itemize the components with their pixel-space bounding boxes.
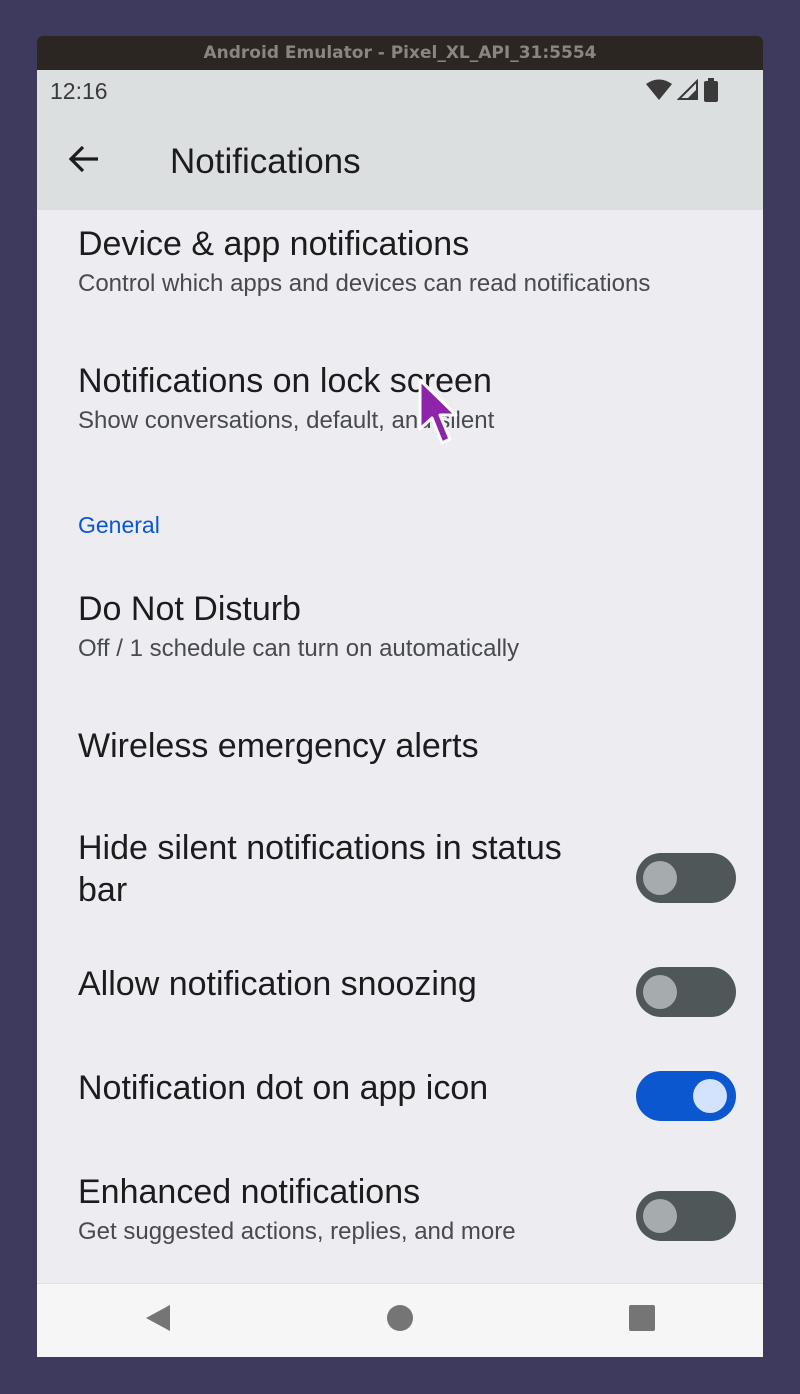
hide-silent-notifications-item[interactable]: Hide silent notifications in status bar [37,820,763,935]
status-bar: 12:16 [37,70,763,112]
arrow-back-icon [68,144,100,179]
lock-screen-notifications-item[interactable]: Notifications on lock screen Show conver… [37,347,763,452]
item-subtitle: Off / 1 schedule can turn on automatical… [78,635,520,662]
emulator-title: Android Emulator - Pixel_XL_API_31:5554 [203,43,597,63]
emulator-title-bar: Android Emulator - Pixel_XL_API_31:5554 [37,36,763,70]
hide-silent-toggle[interactable] [636,853,736,903]
nav-back-button[interactable] [128,1291,188,1351]
back-triangle-icon [144,1303,172,1338]
app-bar: Notifications [37,112,763,210]
home-circle-icon [386,1304,414,1337]
item-subtitle: Show conversations, default, and silent [78,407,495,434]
item-title: Wireless emergency alerts [78,727,479,765]
section-header-general: General [78,512,160,538]
battery-icon [703,78,719,102]
item-subtitle: Control which apps and devices can read … [78,270,651,297]
toggle-knob [643,1199,677,1233]
phone-screen: 12:16 Notifications Device & app notific… [37,70,763,1357]
back-button[interactable] [61,138,107,184]
notification-dot-toggle[interactable] [636,1071,736,1121]
snoozing-toggle[interactable] [636,967,736,1017]
do-not-disturb-item[interactable]: Do Not Disturb Off / 1 schedule can turn… [37,575,763,680]
toggle-knob [643,861,677,895]
status-icons [645,78,719,102]
item-title-line2: bar [78,871,128,909]
toggle-knob [693,1079,727,1113]
device-app-notifications-item[interactable]: Device & app notifications Control which… [37,210,763,315]
item-title: Notifications on lock screen [78,362,492,400]
enhanced-notifications-item[interactable]: Enhanced notifications Get suggested act… [37,1158,763,1268]
cell-signal-icon [677,79,699,101]
item-title: Device & app notifications [78,225,470,263]
toggle-knob [643,975,677,1009]
nav-home-button[interactable] [370,1291,430,1351]
wifi-icon [645,79,673,101]
item-title: Do Not Disturb [78,590,301,628]
system-nav-bar [37,1283,763,1357]
item-title: Enhanced notifications [78,1173,421,1211]
item-subtitle: Get suggested actions, replies, and more [78,1218,516,1245]
notification-snoozing-item[interactable]: Allow notification snoozing [37,950,763,1050]
nav-recents-button[interactable] [612,1291,672,1351]
wireless-emergency-alerts-item[interactable]: Wireless emergency alerts [37,712,763,817]
status-time: 12:16 [50,78,108,104]
enhanced-notifications-toggle[interactable] [636,1191,736,1241]
item-title-line1: Hide silent notifications in status [78,829,562,867]
item-title: Allow notification snoozing [78,965,477,1003]
page-title: Notifications [170,142,361,181]
notification-dot-item[interactable]: Notification dot on app icon [37,1054,763,1154]
recents-square-icon [628,1304,656,1337]
item-title: Notification dot on app icon [78,1069,489,1107]
